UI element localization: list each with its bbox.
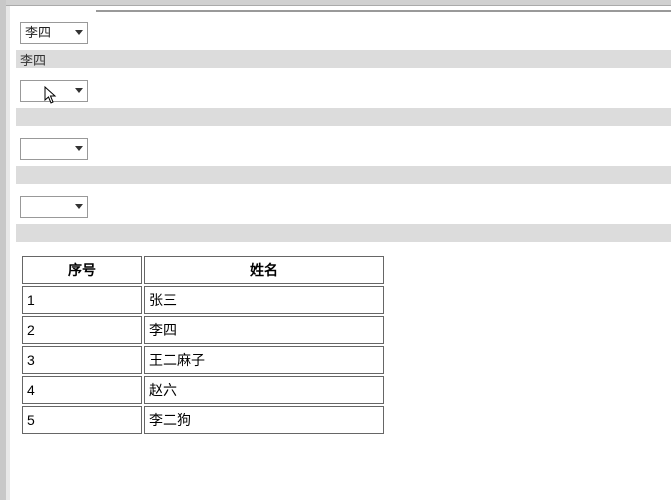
dropdown-value [25, 141, 41, 156]
cell-name: 李四 [144, 316, 384, 344]
window-left-inner [6, 6, 10, 500]
cell-index: 4 [22, 376, 142, 404]
result-bar-1: 李四 [16, 50, 671, 68]
section-2 [16, 80, 671, 126]
chevron-down-icon [75, 146, 83, 151]
name-dropdown-1[interactable]: 李四 [20, 22, 88, 44]
result-bar-4 [16, 224, 671, 242]
table-body: 1 张三 2 李四 3 王二麻子 4 赵六 5 李二狗 [22, 286, 384, 434]
top-divider [96, 10, 671, 12]
names-table: 序号 姓名 1 张三 2 李四 3 王二麻子 4 赵六 5 李二 [20, 254, 386, 436]
chevron-down-icon [75, 88, 83, 93]
section-3 [16, 138, 671, 184]
window-top-border [0, 0, 671, 6]
cell-index: 1 [22, 286, 142, 314]
table-row: 2 李四 [22, 316, 384, 344]
cell-index: 2 [22, 316, 142, 344]
name-dropdown-4[interactable] [20, 196, 88, 218]
result-bar-3 [16, 166, 671, 184]
table-row: 4 赵六 [22, 376, 384, 404]
table-row: 5 李二狗 [22, 406, 384, 434]
col-header-index: 序号 [22, 256, 142, 284]
table-row: 1 张三 [22, 286, 384, 314]
section-4 [16, 196, 671, 242]
result-label: 李四 [20, 50, 46, 69]
cell-name: 李二狗 [144, 406, 384, 434]
cell-index: 3 [22, 346, 142, 374]
name-dropdown-3[interactable] [20, 138, 88, 160]
dropdown-value [25, 83, 41, 98]
dropdown-value [25, 199, 41, 214]
result-bar-2 [16, 108, 671, 126]
chevron-down-icon [75, 204, 83, 209]
cell-name: 赵六 [144, 376, 384, 404]
cell-name: 王二麻子 [144, 346, 384, 374]
col-header-name: 姓名 [144, 256, 384, 284]
section-1: 李四 李四 [16, 22, 671, 68]
dropdown-value: 李四 [25, 25, 67, 40]
table-row: 3 王二麻子 [22, 346, 384, 374]
cell-index: 5 [22, 406, 142, 434]
content-area: 李四 李四 [16, 10, 671, 436]
chevron-down-icon [75, 30, 83, 35]
name-dropdown-2[interactable] [20, 80, 88, 102]
table-header-row: 序号 姓名 [22, 256, 384, 284]
cell-name: 张三 [144, 286, 384, 314]
